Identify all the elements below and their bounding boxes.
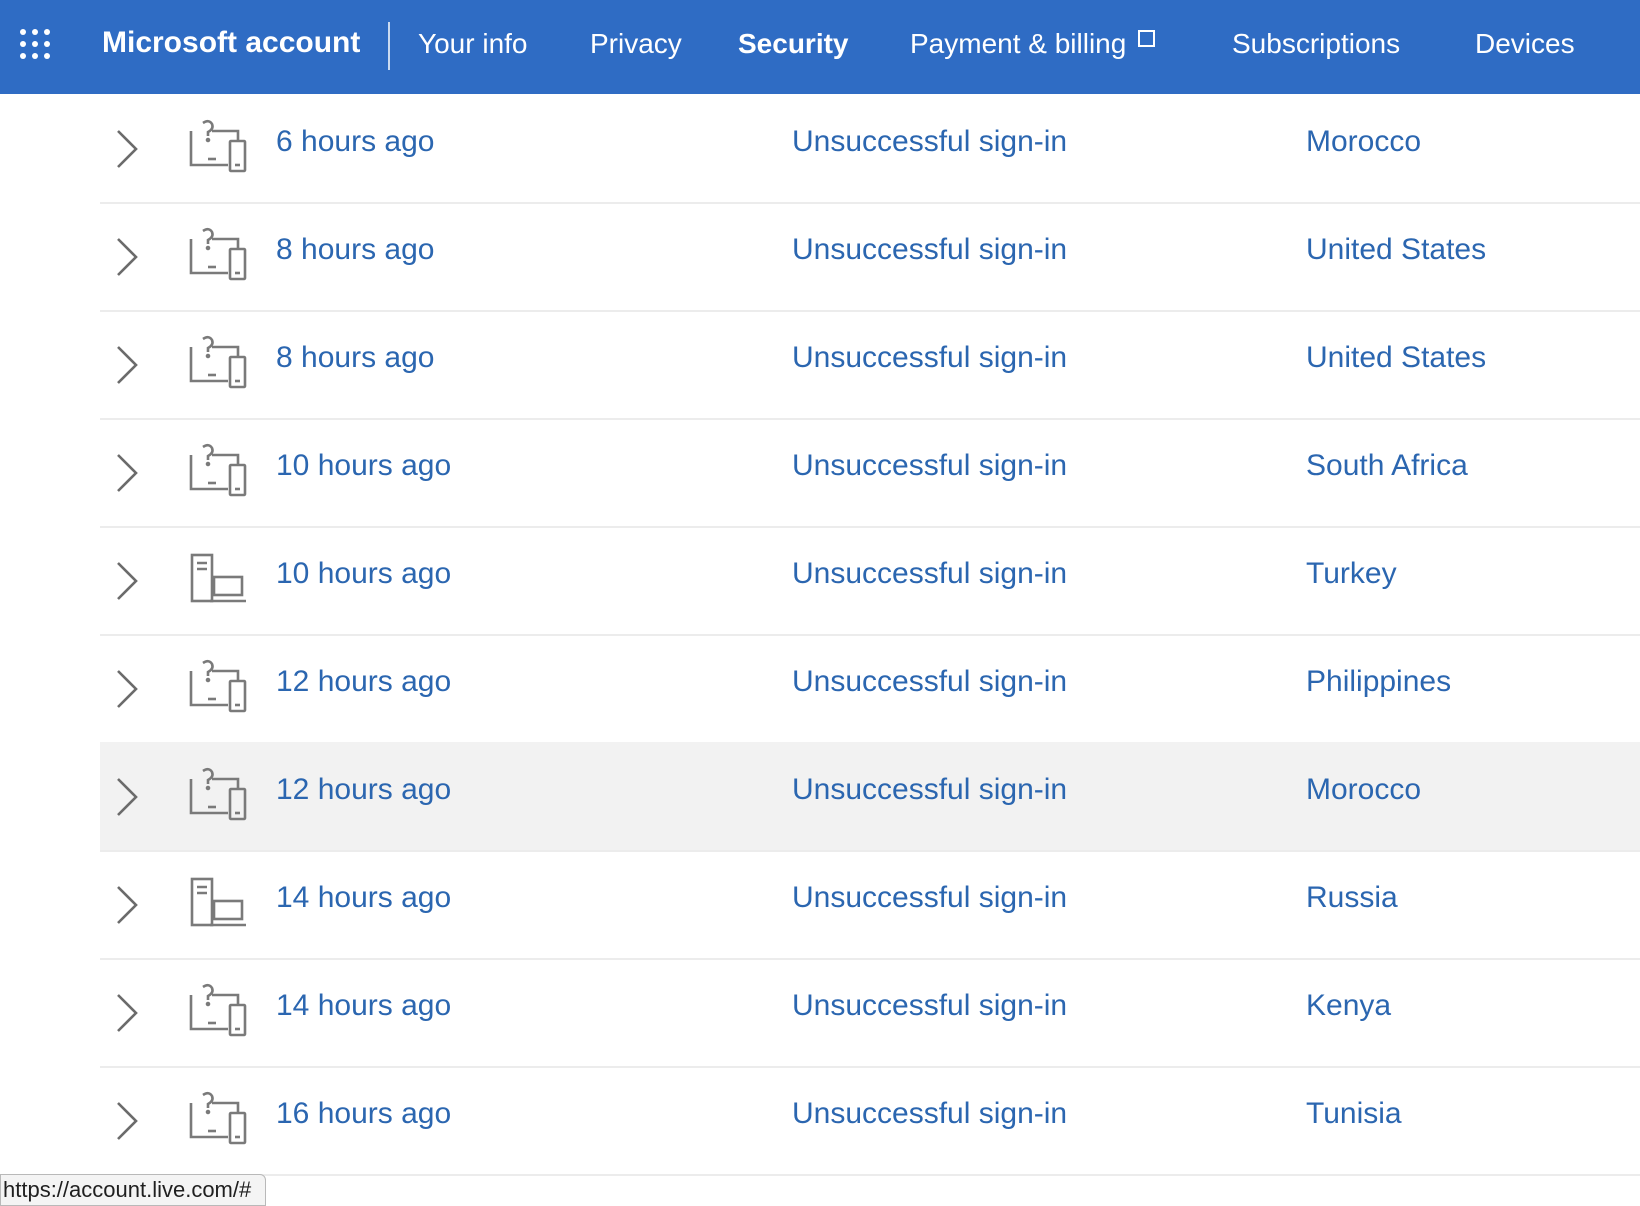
waffle-dot	[32, 53, 38, 59]
activity-location: United States	[1306, 233, 1487, 266]
activity-event: Unsuccessful sign-in	[792, 773, 1068, 806]
activity-location: Kenya	[1306, 989, 1392, 1022]
nav-tab-label: Security	[738, 28, 849, 59]
waffle-dot	[32, 29, 38, 35]
unknown-device-icon	[188, 119, 248, 175]
activity-location: Tunisia	[1306, 1097, 1402, 1130]
chevron-right-icon[interactable]	[114, 1101, 140, 1141]
chevron-right-icon[interactable]	[114, 777, 140, 817]
activity-time: 10 hours ago	[276, 449, 452, 482]
activity-event: Unsuccessful sign-in	[792, 125, 1068, 158]
activity-event: Unsuccessful sign-in	[792, 449, 1068, 482]
external-link-icon	[1138, 30, 1156, 47]
activity-event: Unsuccessful sign-in	[792, 341, 1068, 374]
activity-row[interactable]: 8 hours ago Unsuccessful sign-in United St…	[100, 202, 1640, 312]
unknown-device-icon	[188, 983, 248, 1039]
activity-row[interactable]: 12 hours ago Unsuccessful sign-in Philippi…	[100, 634, 1640, 744]
waffle-dot	[20, 41, 26, 47]
nav-tab-label: Payment & billing	[910, 28, 1127, 59]
activity-location: South Africa	[1306, 449, 1468, 482]
activity-location: Turkey	[1306, 557, 1397, 590]
nav-tab-label: Devices	[1475, 28, 1575, 59]
nav-tab-privacy[interactable]: Privacy	[590, 28, 682, 60]
activity-time: 8 hours ago	[276, 341, 435, 374]
activity-row[interactable]: 6 hours ago Unsuccessful sign-in Morocco	[100, 94, 1640, 204]
chevron-right-icon[interactable]	[114, 669, 140, 709]
activity-event: Unsuccessful sign-in	[792, 557, 1068, 590]
activity-event: Unsuccessful sign-in	[792, 233, 1068, 266]
status-bar-url: https://account.live.com/#	[0, 1174, 267, 1206]
chevron-right-icon[interactable]	[114, 993, 140, 1033]
activity-row[interactable]: 14 hours ago Unsuccessful sign-in Kenya	[100, 958, 1640, 1068]
activity-time: 10 hours ago	[276, 557, 452, 590]
unknown-device-icon	[188, 659, 248, 715]
activity-row[interactable]: 10 hours ago Unsuccessful sign-in South Af…	[100, 418, 1640, 528]
activity-time: 16 hours ago	[276, 1097, 452, 1130]
computer-device-icon	[188, 551, 248, 607]
activity-time: 8 hours ago	[276, 233, 435, 266]
nav-tab-label: Subscriptions	[1232, 28, 1401, 59]
chevron-right-icon[interactable]	[114, 885, 140, 925]
activity-event: Unsuccessful sign-in	[792, 1097, 1068, 1130]
nav-tab-subscriptions[interactable]: Subscriptions	[1232, 28, 1400, 60]
chevron-right-icon[interactable]	[114, 129, 140, 169]
activity-location: Morocco	[1306, 773, 1422, 806]
waffle-dot	[20, 53, 26, 59]
activity-event: Unsuccessful sign-in	[792, 881, 1068, 914]
activity-time: 12 hours ago	[276, 773, 452, 806]
app-launcher-icon[interactable]	[20, 29, 54, 63]
brand-divider	[388, 22, 390, 70]
unknown-device-icon	[188, 443, 248, 499]
activity-time: 14 hours ago	[276, 881, 452, 914]
nav-tab-devices[interactable]: Devices	[1475, 28, 1575, 60]
nav-tab-security[interactable]: Security	[738, 28, 849, 60]
activity-row[interactable]: 10 hours ago Unsuccessful sign-in Turkey	[100, 526, 1640, 636]
activity-location: Morocco	[1306, 125, 1422, 158]
waffle-dot	[20, 29, 26, 35]
activity-location: Philippines	[1306, 665, 1452, 698]
activity-event: Unsuccessful sign-in	[792, 989, 1068, 1022]
nav-tab-payment-billing[interactable]: Payment & billing	[910, 28, 1156, 60]
activity-location: Russia	[1306, 881, 1398, 914]
computer-device-icon	[188, 875, 248, 931]
activity-event: Unsuccessful sign-in	[792, 665, 1068, 698]
unknown-device-icon	[188, 767, 248, 823]
nav-tab-label: Privacy	[590, 28, 682, 59]
top-navigation-bar: Microsoft account Your info Privacy Securi…	[0, 0, 1640, 94]
chevron-right-icon[interactable]	[114, 345, 140, 385]
unknown-device-icon	[188, 335, 248, 391]
brand-title[interactable]: Microsoft account	[102, 26, 360, 60]
waffle-dot	[32, 41, 38, 47]
nav-tab-label: Your info	[418, 28, 528, 59]
activity-row[interactable]: 8 hours ago Unsuccessful sign-in United St…	[100, 310, 1640, 420]
chevron-right-icon[interactable]	[114, 237, 140, 277]
activity-location: United States	[1306, 341, 1487, 374]
nav-tab-your-info[interactable]: Your info	[418, 28, 528, 60]
waffle-dot	[44, 41, 50, 47]
waffle-dot	[44, 29, 50, 35]
activity-row[interactable]: 16 hours ago Unsuccessful sign-in Tunisia	[100, 1066, 1640, 1176]
activity-time: 14 hours ago	[276, 989, 452, 1022]
unknown-device-icon	[188, 227, 248, 283]
waffle-dot	[44, 53, 50, 59]
activity-time: 6 hours ago	[276, 125, 435, 158]
unknown-device-icon	[188, 1091, 248, 1147]
activity-time: 12 hours ago	[276, 665, 452, 698]
activity-row[interactable]: 14 hours ago Unsuccessful sign-in Russia	[100, 850, 1640, 960]
activity-row[interactable]: 12 hours ago Unsuccessful sign-in Morocco	[100, 742, 1640, 852]
chevron-right-icon[interactable]	[114, 561, 140, 601]
chevron-right-icon[interactable]	[114, 453, 140, 493]
